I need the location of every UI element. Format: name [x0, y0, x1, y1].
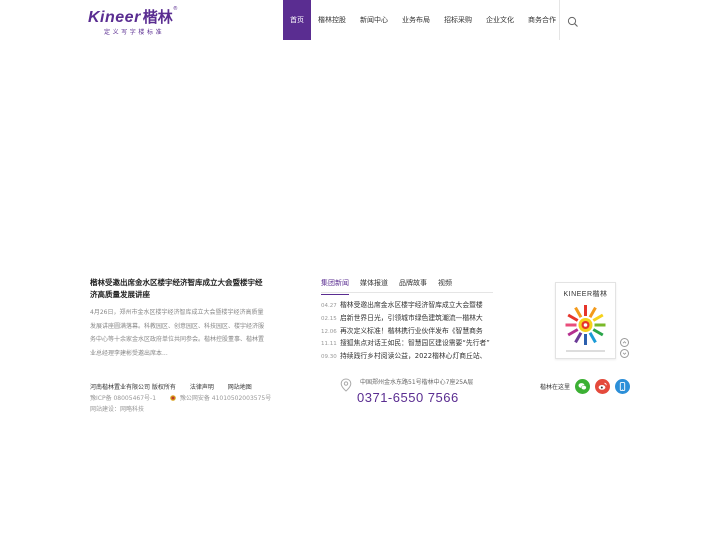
news-headline: 持续践行乡村阅读公益，2022楷林心灯商丘站、 [340, 352, 487, 361]
news-date: 12.06 [321, 328, 337, 335]
site-header: Kineer 楷林® 定义写字楼标准 首页 楷林控股 新闻中心 业务布局 招标采购… [0, 0, 720, 40]
icp-link[interactable]: 豫ICP备 08005467号-1 [90, 395, 156, 402]
wechat-button[interactable] [575, 379, 590, 394]
news-date: 11.11 [321, 341, 337, 348]
wechat-icon [578, 383, 587, 390]
magazine-footer-bar [566, 350, 605, 352]
news-date: 04.27 [321, 303, 337, 309]
news-headline: 启新世界日光，引领城市绿色建筑潮流—楷林大 [340, 313, 483, 322]
police-badge-icon [170, 395, 176, 401]
carousel-up-button[interactable] [620, 338, 629, 347]
magazine-title: KINEER楷林 [563, 291, 608, 298]
news-headline: 楷林受邀出席金水区楼宇经济智库成立大会暨楼 [340, 301, 483, 309]
social-label: 楷林在这里 [540, 384, 571, 391]
logo-registered-mark: ® [172, 6, 178, 12]
nav-item-business[interactable]: 业务布局 [395, 0, 437, 40]
footer-links: 河南楷林置业有限公司 版权所有 法律声明 网站地图 [90, 382, 264, 391]
carousel-down-button[interactable] [620, 349, 629, 358]
nav-item-news[interactable]: 新闻中心 [353, 0, 395, 40]
nav-item-procurement[interactable]: 招标采购 [437, 0, 479, 40]
company-address: 中国郑州金水东路51号楷林中心7座25A层 [360, 379, 474, 386]
news-list-item[interactable]: 02.15 启新世界日光，引领城市绿色建筑潮流—楷林大 [321, 312, 493, 325]
news-date: 09.30 [321, 354, 337, 361]
phone-number[interactable]: 0371-6550 7566 [357, 390, 459, 405]
news-headline: 再次定义标准！楷林携行业伙伴发布《智慧商务 [340, 326, 483, 335]
weibo-button[interactable] [595, 379, 610, 394]
sitemap-link[interactable]: 网站地图 [228, 384, 252, 391]
site-builder[interactable]: 网站建设：网略科技 [90, 404, 144, 413]
news-headline: 搜狐焦点对话王如民：智慧园区建设需要“先行者” [340, 339, 490, 348]
location-pin-icon [340, 378, 352, 392]
police-record-link[interactable]: 豫公网安备 41010502003575号 [180, 395, 271, 402]
magazine-cover[interactable]: KINEER楷林 [555, 282, 616, 359]
nav-item-cooperation[interactable]: 商务合作 [521, 0, 563, 40]
main-nav: 首页 楷林控股 新闻中心 业务布局 招标采购 企业文化 商务合作 [283, 0, 563, 40]
tabs-underline [321, 292, 493, 293]
news-list: 04.27 楷林受邀出席金水区楼宇经济智库成立大会暨楼 02.15 启新世界日光，引… [321, 299, 493, 363]
featured-news-excerpt: 4月26日，郑州市金水区楼宇经济智库成立大会暨楼宇经济高质量发展讲座圆满落幕。科… [90, 309, 265, 357]
nav-item-culture[interactable]: 企业文化 [479, 0, 521, 40]
logo-chinese-name: 楷林 [142, 8, 173, 26]
news-list-item[interactable]: 12.06 再次定义标准！楷林携行业伙伴发布《智慧商务 [321, 325, 493, 338]
nav-divider [559, 0, 560, 40]
magazine-artwork [565, 305, 606, 345]
mobile-site-button[interactable] [615, 379, 630, 394]
news-list-item[interactable]: 04.27 楷林受邀出席金水区楼宇经济智库成立大会暨楼 [321, 299, 493, 312]
news-list-item[interactable]: 09.30 持续践行乡村阅读公益，2022楷林心灯商丘站、 [321, 350, 493, 363]
logo-slogan: 定义写字楼标准 [104, 29, 165, 36]
chevron-up-icon [622, 341, 627, 344]
featured-news-title[interactable]: 楷林受邀出席金水区楼宇经济智库成立大会暨楼宇经济高质量发展讲座 [90, 277, 265, 301]
nav-item-holdings[interactable]: 楷林控股 [311, 0, 353, 40]
logo[interactable]: Kineer 楷林® 定义写字楼标准 [88, 6, 178, 36]
news-date: 02.15 [321, 315, 337, 322]
icp-row: 豫ICP备 08005467号-1 豫公网安备 41010502003575号 [90, 393, 271, 402]
weibo-icon [598, 382, 607, 390]
news-list-item[interactable]: 11.11 搜狐焦点对话王如民：智慧园区建设需要“先行者” [321, 337, 493, 350]
copyright-text: 河南楷林置业有限公司 版权所有 [90, 384, 176, 391]
search-icon[interactable] [567, 13, 579, 27]
legal-link[interactable]: 法律声明 [190, 384, 214, 391]
nav-item-home[interactable]: 首页 [283, 0, 311, 40]
chevron-down-icon [622, 352, 627, 355]
mobile-phone-icon [619, 382, 626, 391]
logo-wordmark: Kineer [88, 9, 141, 26]
